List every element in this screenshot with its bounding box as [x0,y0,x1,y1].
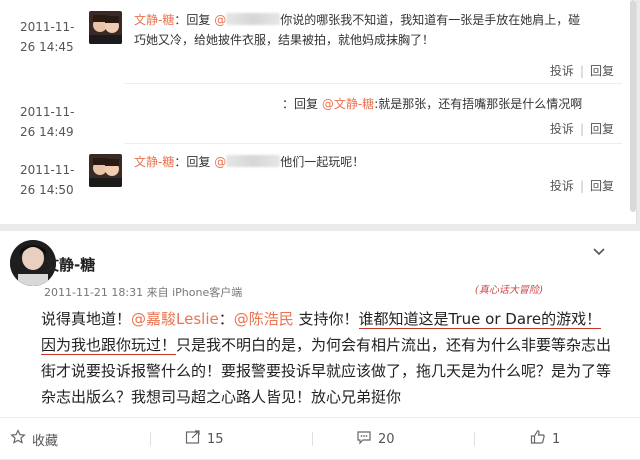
reply-item: 2011-11- 26 14:50 文静-糖：回复 @ 他们一起玩呢！ 投诉 | 回复 [0,144,630,214]
favorite-label: 收藏 [32,433,59,449]
comment-icon [356,429,378,449]
reply-prefix: ：回复 [174,13,211,27]
post-text: 支持你！ [293,310,359,328]
post-text: 说得真地道！ [41,310,132,328]
favorite-button[interactable]: 收藏 [10,418,58,460]
reply-text-body: 他们一起玩呢！ [280,155,365,169]
redacted-name [226,13,281,25]
reply-text-line2: 巧她又冷，给她披件衣服，结果被拍，就他妈成抹胸了！ [134,33,435,47]
repost-button[interactable]: 15 [185,418,224,460]
repost-count: 15 [207,431,224,447]
reply-text-line1: 你说的哪张我不知道，我知道有一张是手放在她肩上，碰 [280,13,581,27]
post-body: 说得真地道！@嘉駿Leslie：@陈浩民 支持你！谁都知道这是True or D… [41,306,616,410]
reply-timestamp: 2011-11- 26 14:50 [20,160,90,200]
mention-link[interactable]: @嘉駿Leslie [131,310,219,328]
action-separator: | [579,179,584,193]
reply-link[interactable]: 回复 [590,62,614,79]
reply-time: 26 14:50 [20,183,74,197]
report-link[interactable]: 投诉 [550,120,574,137]
divider [474,432,475,446]
action-separator: | [579,64,584,78]
action-separator: | [579,122,584,136]
reply-actions: 投诉 | 回复 [550,177,614,194]
divider [312,432,313,446]
scrollbar[interactable] [630,0,636,212]
mention-link[interactable]: @ [214,155,226,169]
underlined-text: 谁都知道这是True or Dare的游 [358,310,572,329]
reply-timestamp: 2011-11- 26 14:45 [20,17,90,57]
handwritten-annotation: (真心话大冒险) [475,285,543,296]
reply-text: ：回复 @文静-糖:就是那张，还有捂嘴那张是什么情况啊 [282,94,622,114]
reply-date: 2011-11- [20,163,75,177]
reply-date: 2011-11- [20,105,75,119]
reply-timestamp: 2011-11- 26 14:49 [20,102,90,142]
reply-time: 26 14:45 [20,40,74,54]
redacted-name [226,155,281,167]
reply-actions: 投诉 | 回复 [550,62,614,79]
avatar[interactable] [89,154,122,187]
like-count: 1 [552,431,561,447]
mention-link[interactable]: @文静-糖 [322,97,374,111]
reply-author-link[interactable]: 文静-糖 [134,13,174,27]
reply-link[interactable]: 回复 [590,120,614,137]
repost-icon [185,429,207,449]
reply-link[interactable]: 回复 [590,177,614,194]
post-action-bar: 收藏 15 20 1 [0,417,640,460]
weibo-post-card: 文静-糖 2011-11-21 18:31 来自 iPhone客户端 (真心话大… [0,231,640,459]
reply-item: 2011-11- 26 14:49 ：回复 @文静-糖:就是那张，还有捂嘴那张是… [0,84,630,142]
divider [150,432,151,446]
comment-button[interactable]: 20 [356,418,395,460]
reply-time: 26 14:49 [20,125,74,139]
reply-item: 2011-11- 26 14:45 文静-糖：回复 @ 你说的哪张我不知道，我知道… [0,0,630,80]
report-link[interactable]: 投诉 [550,62,574,79]
post-meta: 2011-11-21 18:31 来自 iPhone客户端 [44,286,243,299]
reply-prefix: ：回复 [282,97,319,111]
report-link[interactable]: 投诉 [550,177,574,194]
mention-link[interactable]: @陈浩民 [234,310,294,328]
reply-text: 文静-糖：回复 @ 他们一起玩呢！ [134,152,620,172]
reply-author-link[interactable]: 文静-糖 [134,155,174,169]
reply-text: 文静-糖：回复 @ 你说的哪张我不知道，我知道有一张是手放在她肩上，碰 巧她又冷，… [134,10,620,50]
post-text: ： [218,310,234,328]
chevron-down-icon[interactable] [592,244,606,258]
reply-date: 2011-11- [20,20,75,34]
star-icon [10,429,32,449]
reply-prefix: ：回复 [174,155,211,169]
post-author-name[interactable]: 文静-糖 [44,254,95,275]
mention-link[interactable]: @ [214,13,226,27]
like-button[interactable]: 1 [530,418,560,460]
reply-actions: 投诉 | 回复 [550,120,614,137]
comment-thread: 2011-11- 26 14:45 文静-糖：回复 @ 你说的哪张我不知道，我知道… [0,0,637,224]
avatar[interactable] [89,92,122,125]
avatar[interactable] [89,11,122,44]
thumbs-up-icon [530,429,552,449]
reply-text-body: :就是那张，还有捂嘴那张是什么情况啊 [374,97,583,111]
comment-count: 20 [378,431,395,447]
